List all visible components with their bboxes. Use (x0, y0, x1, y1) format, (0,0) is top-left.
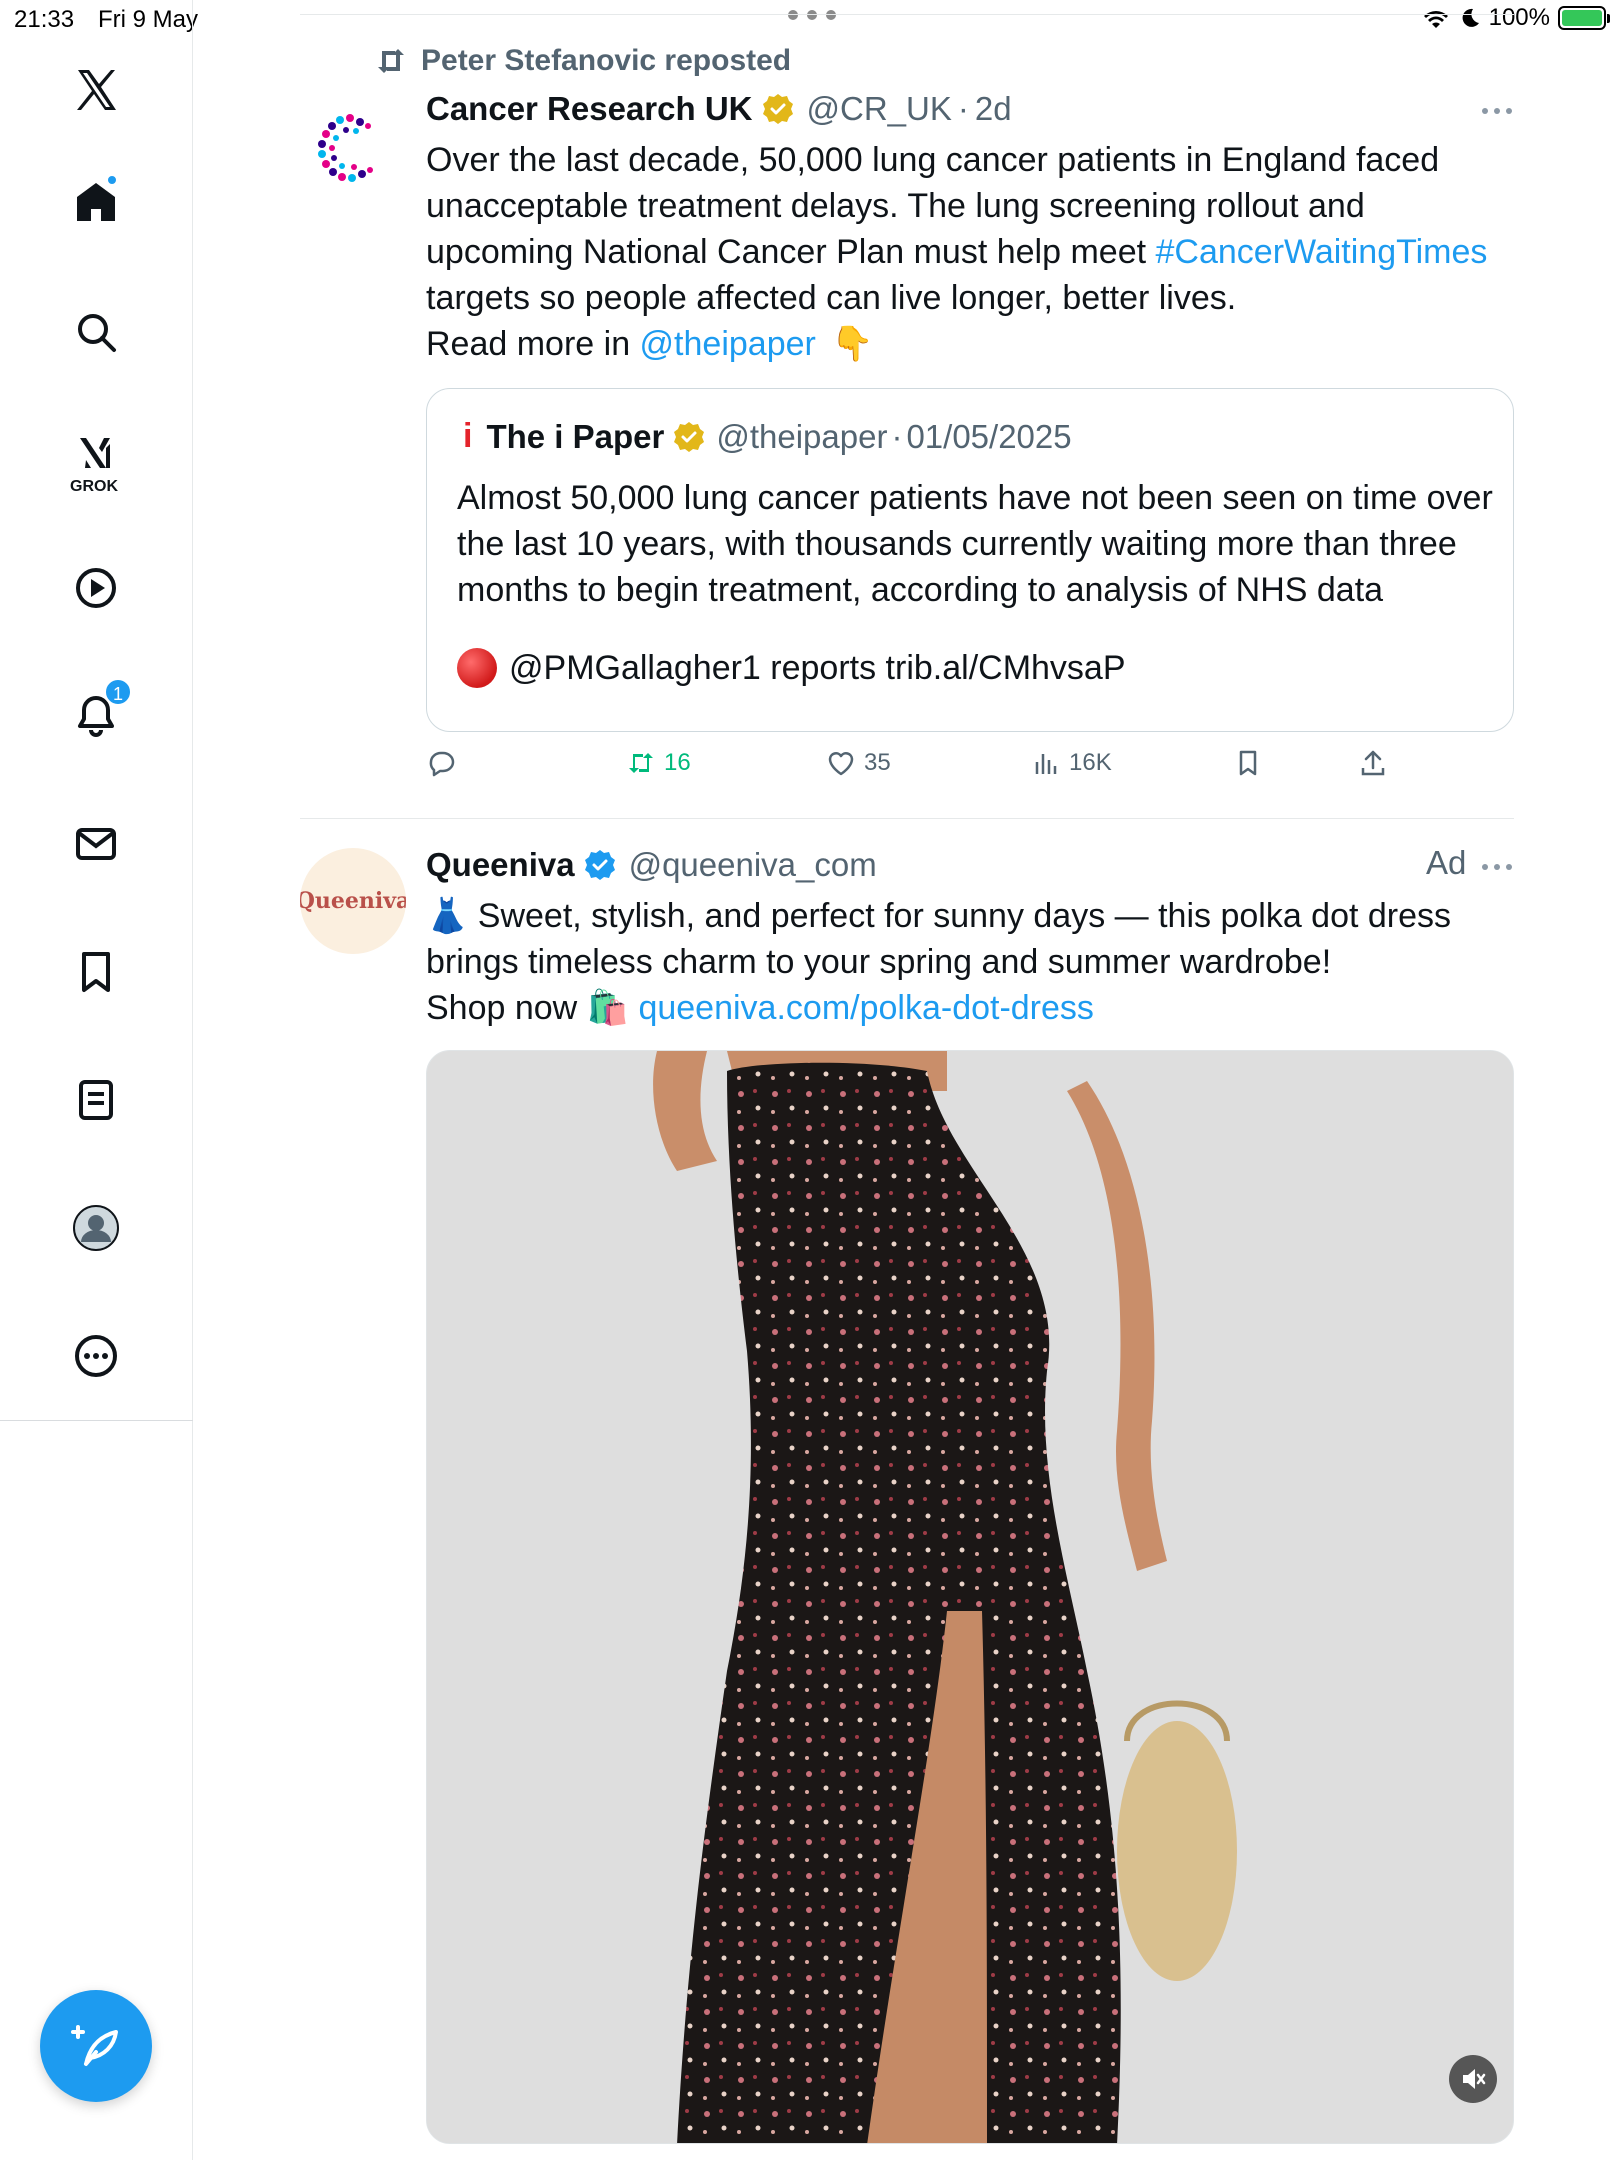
more-options-icon[interactable] (66, 1326, 126, 1386)
views-count: 16K (1069, 749, 1112, 776)
views-chart-icon (1035, 754, 1057, 774)
like-count: 35 (864, 749, 891, 776)
home-unread-dot (106, 174, 118, 186)
queeniva-avatar-text: Queeniva (300, 888, 406, 914)
bookmark-button[interactable] (1233, 748, 1263, 778)
battery-icon (1558, 6, 1610, 30)
speaker-muted-icon (1463, 2069, 1486, 2089)
x-logo-icon[interactable] (66, 60, 126, 120)
post1-more-icon[interactable] (1482, 108, 1512, 114)
post1-header: Cancer Research UK @CR_UK · 2d (426, 90, 1012, 128)
quote-author-name: The i Paper (486, 417, 665, 455)
i-paper-logo: i (463, 417, 473, 455)
repost-icon (378, 49, 404, 73)
quote-date: 01/05/2025 (906, 417, 1072, 455)
sidebar: GROK 1 (0, 0, 193, 2160)
post1-hashtag-link[interactable]: #CancerWaitingTimes (1156, 233, 1488, 271)
post2-author-handle[interactable]: @queeniva_com (629, 846, 877, 884)
post2-author-name[interactable]: Queeniva (426, 846, 575, 884)
video-icon[interactable] (66, 558, 126, 618)
heart-icon (828, 752, 854, 776)
status-right: 100% (1421, 4, 1610, 32)
pointing-down-emoji: 👇 (831, 325, 874, 363)
sidebar-divider (0, 1420, 193, 1421)
wifi-icon (1423, 11, 1448, 28)
grok-label: GROK (70, 478, 118, 495)
multitasking-dots[interactable] (788, 10, 836, 22)
bookmarks-icon[interactable] (66, 942, 126, 1002)
reply-button[interactable] (426, 748, 456, 778)
quote-author-handle: @theipaper (716, 417, 888, 455)
post-divider (300, 818, 1514, 819)
quote-report-text: @PMGallagher1 reports trib.al/CMhvsaP (509, 649, 1126, 687)
mute-toggle-button[interactable] (1449, 2055, 1497, 2103)
quote-header: i The i Paper @theipaper · 01/05/2025 (463, 417, 1072, 456)
messages-icon[interactable] (66, 814, 126, 874)
reply-icon (429, 751, 455, 777)
notifications-icon[interactable]: 1 (66, 678, 132, 746)
red-circle-emoji (457, 648, 497, 688)
post2-more-icon[interactable] (1482, 864, 1512, 870)
post2-header: Queeniva @queeniva_com (426, 846, 877, 884)
share-icon (1361, 750, 1385, 776)
repost-indicator[interactable]: Peter Stefanovic reposted (375, 44, 791, 78)
post1-author-handle[interactable]: @CR_UK (807, 90, 952, 128)
post2-body: 👗 Sweet, stylish, and perfect for sunny … (426, 893, 1516, 1031)
blue-verified-icon (584, 850, 615, 880)
bookmark-icon (1239, 750, 1257, 776)
quote-separator: · (891, 417, 903, 455)
feed-top-border (300, 14, 1514, 15)
ad-label: Ad (1426, 844, 1467, 881)
post1-action-bar: 16 35 16K (426, 748, 1426, 792)
gold-verified-icon (762, 94, 793, 124)
repost-button[interactable]: 16 (626, 748, 691, 778)
post2-text-1: 👗 Sweet, stylish, and perfect for sunny … (426, 897, 1452, 981)
compose-button[interactable] (40, 1990, 152, 2102)
repost-count: 16 (664, 749, 691, 776)
quoted-post-card[interactable]: i The i Paper @theipaper · 01/05/2025 Al… (426, 388, 1514, 732)
views-button[interactable]: 16K (1031, 748, 1112, 778)
like-button[interactable]: 35 (826, 748, 891, 778)
repost-label: Peter Stefanovic reposted (421, 44, 792, 77)
compose-feather-icon (71, 2025, 118, 2066)
post1-author-name[interactable]: Cancer Research UK (426, 90, 753, 128)
moon-icon (1462, 8, 1479, 27)
grok-icon[interactable] (66, 424, 126, 484)
post1-separator: · (957, 90, 969, 127)
post1-mention-link[interactable]: @theipaper (640, 325, 816, 363)
quote-text: Almost 50,000 lung cancer patients have … (457, 479, 1493, 609)
notifications-badge: 1 (104, 678, 132, 706)
dress-photo-illustration (427, 1051, 1513, 2143)
lists-icon[interactable] (66, 1070, 126, 1130)
post1-body: Over the last decade, 50,000 lung cancer… (426, 137, 1516, 367)
battery-percent: 100% (1488, 4, 1550, 31)
search-icon[interactable] (66, 302, 126, 362)
post1-time[interactable]: 2d (975, 90, 1012, 128)
post1-text-3: Read more in (426, 325, 640, 363)
home-icon[interactable] (66, 172, 126, 232)
post2-shop-link[interactable]: queeniva.com/polka-dot-dress (638, 989, 1093, 1027)
queeniva-avatar[interactable]: Queeniva (300, 848, 406, 954)
quote-report-line: @PMGallagher1 reports trib.al/CMhvsaP (457, 645, 1126, 691)
post1-text-2: targets so people affected can live long… (426, 279, 1237, 317)
ad-video[interactable] (426, 1050, 1514, 2144)
profile-avatar-icon[interactable] (66, 1198, 126, 1258)
post2-text-2: Shop now 🛍️ (426, 989, 639, 1027)
repost-icon (629, 753, 653, 773)
share-button[interactable] (1358, 748, 1388, 778)
gold-verified-icon (674, 421, 705, 452)
cancer-research-uk-avatar[interactable] (306, 106, 390, 190)
